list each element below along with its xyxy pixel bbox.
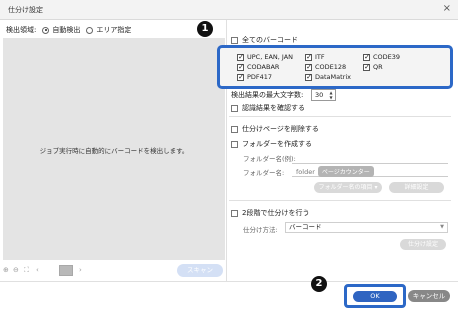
two-step-row[interactable]: 2段階で仕分けを行う: [231, 208, 309, 218]
max-chars-label: 検出結果の最大文字数:: [231, 91, 304, 99]
callout-badge-2: 2: [311, 276, 327, 292]
create-folder-row[interactable]: フォルダーを作成する: [231, 139, 312, 149]
barcode-item-code128[interactable]: CODE128: [305, 62, 347, 71]
barcode-code128-label: CODE128: [315, 63, 347, 71]
barcode-item-code39[interactable]: CODE39: [363, 52, 401, 61]
folder-example-field: [292, 152, 448, 164]
barcode-codabar-checkbox[interactable]: [237, 62, 244, 71]
barcode-code128-checkbox[interactable]: [305, 62, 312, 71]
barcode-pdf417-label: PDF417: [247, 73, 273, 81]
delete-page-row[interactable]: 仕分けページを削除する: [231, 124, 319, 134]
barcode-datamatrix-label: DataMatrix: [315, 73, 351, 81]
sort-settings-button[interactable]: 仕分け設定: [400, 239, 446, 250]
preview-toolbar: ⊕ ⊖ ⛶ ‹ › スキャン: [3, 264, 225, 278]
sort-method-label: 仕分け方法:: [243, 226, 278, 234]
separator: [229, 200, 451, 201]
create-folder-checkbox[interactable]: [231, 140, 238, 148]
barcode-item-upc[interactable]: UPC, EAN, JAN: [237, 52, 294, 61]
confirm-result-label: 認識結果を確認する: [242, 104, 305, 112]
barcode-pdf417-checkbox[interactable]: [237, 72, 244, 81]
radio-area-select-icon[interactable]: [86, 26, 94, 34]
delete-page-label: 仕分けページを削除する: [242, 125, 319, 133]
radio-auto-detect-icon[interactable]: [42, 26, 50, 34]
confirm-result-row[interactable]: 認識結果を確認する: [231, 103, 305, 113]
cancel-button[interactable]: キャンセル: [408, 290, 450, 302]
folder-name-value[interactable]: folder ページカウンター: [296, 166, 374, 177]
folder-name-prefix: folder: [296, 167, 315, 176]
window-title: 仕分け設定: [8, 6, 43, 14]
page-counter-token[interactable]: ページカウンター: [317, 166, 374, 177]
radio-area-select[interactable]: エリア指定: [86, 25, 131, 35]
barcode-upc-checkbox[interactable]: [237, 52, 244, 61]
scan-button[interactable]: スキャン: [177, 264, 223, 277]
delete-page-checkbox[interactable]: [231, 125, 238, 133]
barcode-item-codabar[interactable]: CODABAR: [237, 62, 280, 71]
confirm-result-checkbox[interactable]: [231, 104, 238, 112]
page-thumbnail[interactable]: [59, 265, 73, 276]
footer-separator: [0, 281, 458, 282]
barcode-upc-label: UPC, EAN, JAN: [247, 53, 294, 61]
barcode-qr-label: QR: [373, 63, 383, 71]
barcode-code39-label: CODE39: [373, 53, 401, 61]
ok-highlight: OK: [344, 284, 406, 308]
max-chars-stepper[interactable]: 30 ▲ ▼: [311, 89, 336, 101]
fit-icon[interactable]: ⛶: [24, 266, 29, 275]
max-chars-row: 検出結果の最大文字数:: [231, 90, 303, 100]
chevron-right-icon[interactable]: ›: [79, 266, 82, 274]
zoom-in-icon[interactable]: ⊕: [3, 266, 9, 274]
callout-badge-1: 1: [197, 21, 213, 37]
barcode-item-pdf417[interactable]: PDF417: [237, 72, 273, 81]
barcode-itf-label: ITF: [315, 53, 325, 61]
title-bar: 仕分け設定 ×: [0, 0, 458, 20]
barcode-datamatrix-checkbox[interactable]: [305, 72, 312, 81]
barcode-item-qr[interactable]: QR: [363, 62, 383, 71]
barcode-code39-checkbox[interactable]: [363, 52, 370, 61]
barcode-type-group: UPC, EAN, JAN CODABAR PDF417 ITF CODE128…: [217, 45, 453, 89]
two-step-label: 2段階で仕分けを行う: [242, 209, 310, 217]
all-barcodes-label: 全てのバーコード: [242, 36, 298, 44]
detection-area-label: 検出領域:: [6, 26, 37, 34]
barcode-codabar-label: CODABAR: [247, 63, 280, 71]
max-chars-value[interactable]: 30: [315, 91, 323, 99]
folder-name-label: フォルダー名:: [243, 169, 285, 177]
radio-auto-detect-label: 自動検出: [52, 26, 81, 34]
stepper-down-icon[interactable]: ▼: [328, 95, 334, 100]
all-barcodes-checkbox[interactable]: [231, 36, 238, 44]
preview-area: ジョブ実行時に自動的にバーコードを検出します。: [3, 38, 225, 260]
barcode-qr-checkbox[interactable]: [363, 62, 370, 71]
create-folder-label: フォルダーを作成する: [242, 140, 312, 148]
ok-button[interactable]: OK: [353, 291, 397, 302]
chevron-down-icon: ▼: [440, 224, 444, 230]
detail-settings-button[interactable]: 詳細設定: [389, 182, 444, 193]
all-barcodes-row[interactable]: 全てのバーコード: [231, 35, 298, 45]
separator: [229, 116, 451, 117]
barcode-item-itf[interactable]: ITF: [305, 52, 325, 61]
preview-message: ジョブ実行時に自動的にバーコードを検出します。: [39, 147, 189, 155]
barcode-itf-checkbox[interactable]: [305, 52, 312, 61]
chevron-left-icon[interactable]: ‹: [36, 266, 39, 274]
folder-example-label: フォルダー名(例):: [243, 155, 296, 163]
radio-area-select-label: エリア指定: [96, 26, 132, 34]
folder-name-items-button[interactable]: フォルダー名の項目 ▾: [314, 182, 382, 193]
two-step-checkbox[interactable]: [231, 209, 238, 217]
barcode-item-datamatrix[interactable]: DataMatrix: [305, 72, 351, 81]
close-icon[interactable]: ×: [443, 3, 451, 14]
radio-auto-detect[interactable]: 自動検出: [42, 25, 80, 35]
sort-method-select[interactable]: バーコード ▼: [285, 222, 448, 233]
zoom-out-icon[interactable]: ⊖: [13, 266, 19, 274]
detection-area-row: 検出領域: 自動検出 エリア指定: [6, 24, 131, 36]
sort-method-value: バーコード: [289, 223, 322, 231]
